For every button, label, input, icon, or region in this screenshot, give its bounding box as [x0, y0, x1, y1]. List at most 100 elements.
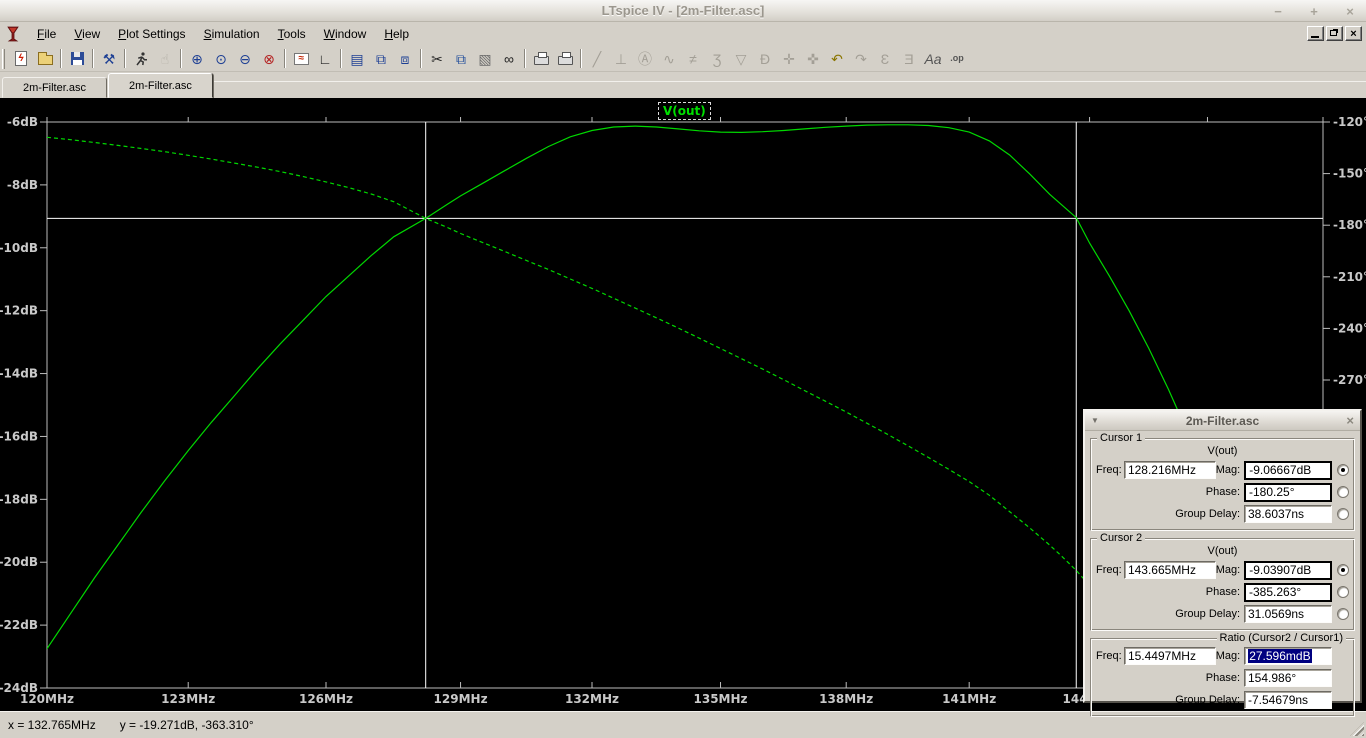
y-right-tick-label: -210°	[1333, 270, 1366, 284]
menu-plot-settings[interactable]: Plot Settings	[109, 24, 194, 44]
find-icon[interactable]: ∞	[497, 48, 521, 69]
ratio-mag-field[interactable]: 27.596mdB	[1244, 647, 1332, 665]
trace-label[interactable]: V(out)	[658, 102, 711, 120]
cursor1-phase-radio[interactable]	[1337, 486, 1349, 498]
cursor2-freq-field[interactable]: 143.665MHz	[1124, 561, 1216, 579]
x-tick-label: 138MHz	[819, 692, 873, 706]
move-icon[interactable]: ✛	[777, 48, 801, 69]
status-y-readout: y = -19.271dB, -363.310°	[120, 718, 254, 732]
cursor2-phase-field[interactable]: -385.263°	[1244, 583, 1332, 602]
diode-icon[interactable]: ▽	[729, 48, 753, 69]
zoom-in-icon[interactable]: ⊕	[185, 48, 209, 69]
ratio-gd-field[interactable]: -7.54679ns	[1244, 691, 1332, 709]
cursor-dialog[interactable]: ▼ 2m-Filter.asc × Cursor 1 V(out) Freq: …	[1083, 409, 1362, 703]
text-icon[interactable]: Aa	[921, 48, 945, 69]
tab-1-2m-filter.asc[interactable]: 2m-Filter.asc	[2, 77, 107, 98]
cursor2-group: Cursor 2 V(out) Freq: 143.665MHz Mag: -9…	[1090, 538, 1355, 631]
cursor1-phase-field[interactable]: -180.25°	[1244, 483, 1332, 502]
cursor1-freq-label: Freq:	[1096, 464, 1124, 476]
y-left-tick-label: -16dB	[0, 429, 38, 443]
toolbar-separator	[92, 49, 94, 68]
cursor1-mag-radio[interactable]	[1337, 464, 1349, 476]
window-maximize-button[interactable]: +	[1304, 4, 1324, 19]
tile-vertical-icon[interactable]: ⧈	[393, 48, 417, 69]
tab-strip-edge	[214, 81, 1366, 82]
cursor1-gd-radio[interactable]	[1337, 508, 1349, 520]
cursor1-gd-field[interactable]: 38.6037ns	[1244, 505, 1332, 523]
menu-view[interactable]: View	[65, 24, 109, 44]
paste-icon[interactable]: ▧	[473, 48, 497, 69]
ground-icon[interactable]: ⊥	[609, 48, 633, 69]
menu-help[interactable]: Help	[375, 24, 418, 44]
save-icon[interactable]	[65, 48, 89, 69]
tile-horizontal-icon[interactable]: ▤	[345, 48, 369, 69]
cursor-dialog-close-icon[interactable]: ×	[1346, 413, 1354, 428]
spice-directive-icon[interactable]: .op	[945, 48, 969, 69]
ratio-legend: Ratio (Cursor2 / Cursor1)	[1217, 632, 1346, 644]
rotate-icon[interactable]: Ǝ	[897, 48, 921, 69]
mirror-icon[interactable]: Ɛ	[873, 48, 897, 69]
label-net-icon[interactable]: Ⓐ	[633, 48, 657, 69]
cursor2-phase-radio[interactable]	[1337, 586, 1349, 598]
cursor2-mag-label: Mag:	[1216, 564, 1244, 576]
cursor1-mag-field[interactable]: -9.06667dB	[1244, 461, 1332, 480]
menu-simulation[interactable]: Simulation	[195, 24, 269, 44]
wire-icon[interactable]: ╱	[585, 48, 609, 69]
drag-icon[interactable]: ✜	[801, 48, 825, 69]
autorange-icon[interactable]: ≈	[289, 48, 313, 69]
window-close-button[interactable]: ×	[1340, 4, 1360, 19]
print-preview-icon[interactable]	[529, 48, 553, 69]
cursor2-mag-radio[interactable]	[1337, 564, 1349, 576]
collapse-arrow-icon[interactable]: ▼	[1091, 416, 1099, 425]
zoom-extents-icon[interactable]: ⊗	[257, 48, 281, 69]
cascade-windows-icon[interactable]: ⧉	[369, 48, 393, 69]
run-icon[interactable]	[129, 48, 153, 69]
phase-trace[interactable]	[47, 137, 1109, 604]
print-icon[interactable]	[553, 48, 577, 69]
halt-icon[interactable]: ☝	[153, 48, 177, 69]
y-left-tick-label: -22dB	[0, 618, 38, 632]
menu-tools[interactable]: Tools	[269, 24, 315, 44]
cut-icon[interactable]: ✂	[425, 48, 449, 69]
y-right-tick-label: -150°	[1333, 167, 1366, 181]
zoom-out-icon[interactable]: ⊖	[233, 48, 257, 69]
redo-icon[interactable]: ↷	[849, 48, 873, 69]
toolbar-separator	[124, 49, 126, 68]
new-schematic-icon[interactable]: ϟ	[9, 48, 33, 69]
menu-file[interactable]: File	[28, 24, 65, 44]
cursor-dialog-titlebar[interactable]: ▼ 2m-Filter.asc ×	[1085, 411, 1360, 431]
menu-window[interactable]: Window	[315, 24, 376, 44]
mdi-close-button[interactable]: ×	[1345, 26, 1362, 41]
plot-settings-icon[interactable]: ∟	[313, 48, 337, 69]
ratio-phase-field[interactable]: 154.986°	[1244, 669, 1332, 687]
copy-icon[interactable]: ⧉	[449, 48, 473, 69]
resistor-icon[interactable]: ∿	[657, 48, 681, 69]
toolbar-separator	[180, 49, 182, 68]
ratio-mag-label: Mag:	[1216, 650, 1244, 662]
window-minimize-button[interactable]: −	[1268, 4, 1288, 19]
minimize-icon	[1311, 36, 1319, 38]
tab-2-2m-filter.asc[interactable]: 2m-Filter.asc	[108, 73, 213, 98]
menubar: FileViewPlot SettingsSimulationToolsWind…	[0, 22, 1366, 46]
component-icon[interactable]: Ɖ	[753, 48, 777, 69]
resize-grip[interactable]	[1350, 722, 1364, 736]
toolbar-drag-handle[interactable]	[2, 49, 5, 69]
open-folder-icon[interactable]	[33, 48, 57, 69]
mdi-restore-button[interactable]	[1326, 26, 1343, 41]
window-title: LTspice IV - [2m-Filter.asc]	[602, 3, 765, 18]
cursor2-gd-radio[interactable]	[1337, 608, 1349, 620]
x-tick-label: 123MHz	[161, 692, 215, 706]
zoom-area-icon[interactable]: ⊙	[209, 48, 233, 69]
inductor-icon[interactable]: Ʒ	[705, 48, 729, 69]
cursor2-gd-field[interactable]: 31.0569ns	[1244, 605, 1332, 623]
ratio-freq-field[interactable]: 15.4497MHz	[1124, 647, 1216, 665]
cursor1-group: Cursor 1 V(out) Freq: 128.216MHz Mag: -9…	[1090, 438, 1355, 531]
cursor2-mag-field[interactable]: -9.03907dB	[1244, 561, 1332, 580]
control-panel-icon[interactable]: ⚒	[97, 48, 121, 69]
cursor-dialog-title: 2m-Filter.asc	[1085, 414, 1360, 428]
undo-icon[interactable]: ↶	[825, 48, 849, 69]
mdi-minimize-button[interactable]	[1307, 26, 1324, 41]
cursor1-freq-field[interactable]: 128.216MHz	[1124, 461, 1216, 479]
toolbar-separator	[60, 49, 62, 68]
capacitor-icon[interactable]: ≠	[681, 48, 705, 69]
